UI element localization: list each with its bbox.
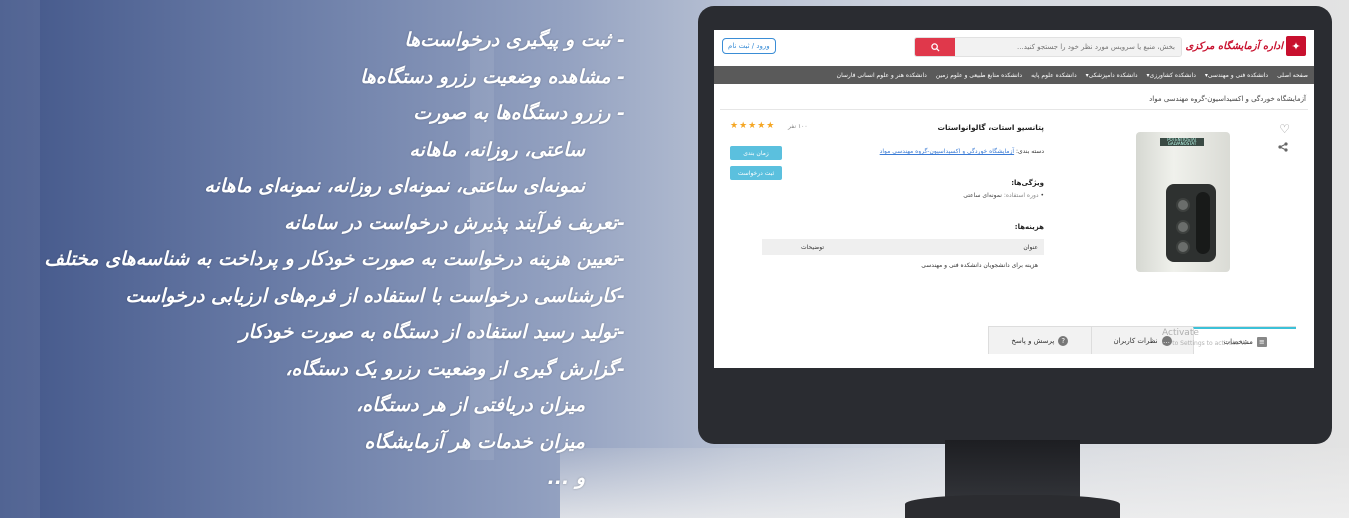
list-icon: ≡ xyxy=(1256,336,1267,347)
reserve-button[interactable]: زمان بندی xyxy=(730,146,782,160)
feature-line: - مشاهده وضعیت رزرو دستگاه‌ها xyxy=(360,65,625,88)
share-icon[interactable] xyxy=(1278,142,1288,155)
feature-line: میزان دریافتی از هر دستگاه، xyxy=(356,394,585,416)
feature-line: و ... xyxy=(547,467,585,489)
tab-label: نظرات کاربران xyxy=(1113,336,1158,345)
device-slot xyxy=(1196,192,1210,254)
product-image: POTENTIOSTAT GALVANOSTAT xyxy=(1136,132,1230,272)
rating-count: ۱۰۰ نفر xyxy=(788,123,808,130)
main-nav: صفحه اصلی دانشکده فنی و مهندسی▾ دانشکده … xyxy=(714,66,1314,84)
monitor-stand-base xyxy=(905,495,1120,518)
feature-line: -تعیین هزینه درخواست به صورت خودکار و پر… xyxy=(44,248,625,270)
product-tabs: ≡ مشخصات … نظرات کاربران ? پرسش و پاسخ xyxy=(987,326,1296,354)
cost-col-desc: توضیحات xyxy=(800,244,824,251)
search-input[interactable] xyxy=(955,38,1181,56)
category-line: دسته بندی: آزمایشگاه خوردگی و اکسیداسیون… xyxy=(880,148,1044,155)
search-button[interactable] xyxy=(915,38,955,56)
nav-item-engineering[interactable]: دانشکده فنی و مهندسی▾ xyxy=(1205,72,1268,79)
feature-line: -تعریف فرآیند پذیرش درخواست در سامانه xyxy=(284,211,625,234)
feature-line: - ثبت و پیگیری درخواست‌ها xyxy=(404,29,625,51)
heart-icon[interactable]: ♡ xyxy=(1279,122,1290,136)
nav-item-art[interactable]: دانشکده هنر و علوم انسانی فارسان xyxy=(837,72,927,79)
rating-stars[interactable]: ★★★★★ xyxy=(730,121,775,131)
request-button[interactable]: ثبت درخواست xyxy=(730,166,782,180)
site-header: ✦ اداره آزمایشگاه مرکزی ورود / ثبت نام xyxy=(714,30,1314,66)
feature-line: -کارشناسی درخواست با استفاده از فرم‌های … xyxy=(125,284,625,307)
nav-item-home[interactable]: صفحه اصلی xyxy=(1277,72,1308,79)
cost-col-title: عنوان xyxy=(1023,244,1038,251)
feature-list: - ثبت و پیگیری درخواست‌ها - مشاهده وضعیت… xyxy=(0,22,625,497)
nav-item-veterinary[interactable]: دانشکده دامپزشکی▾ xyxy=(1086,72,1138,79)
costs-heading: هزینه‌ها: xyxy=(1014,223,1044,231)
nav-item-natural-resources[interactable]: دانشکده منابع طبیعی و علوم زمین xyxy=(936,72,1022,79)
cost-row: هزینه برای دانشجویان دانشکده فنی و مهندس… xyxy=(921,262,1038,269)
category-label: دسته بندی: xyxy=(1016,148,1044,155)
tab-questions[interactable]: ? پرسش و پاسخ xyxy=(987,327,1091,354)
nav-item-sciences[interactable]: دانشکده علوم پایه xyxy=(1031,72,1077,79)
logo-text: اداره آزمایشگاه مرکزی xyxy=(1185,40,1283,52)
search-bar xyxy=(914,37,1182,57)
feature-key: دوره استفاده: xyxy=(1003,192,1039,199)
costs-table-header: عنوان توضیحات xyxy=(762,239,1044,255)
knob-icon xyxy=(1176,240,1190,254)
login-button[interactable]: ورود / ثبت نام xyxy=(722,38,776,54)
feature-line: - رزرو دستگاه‌ها به صورت xyxy=(413,102,625,124)
logo-icon: ✦ xyxy=(1286,36,1306,56)
divider xyxy=(720,109,1308,110)
question-icon: ? xyxy=(1058,335,1069,346)
device-panel xyxy=(1166,184,1216,262)
feature-line: میزان خدمات هر آزمایشگاه xyxy=(364,430,585,453)
feature-line: نمونه‌ای ساعتی، نمونه‌ای روزانه، نمونه‌ا… xyxy=(204,175,585,197)
feature-line: -گزارش گیری از وضعیت رزرو یک دستگاه، xyxy=(285,357,625,380)
tab-label: پرسش و پاسخ xyxy=(1011,336,1055,345)
knob-icon xyxy=(1176,220,1190,234)
feature-value: نمونه‌ای ساعتی xyxy=(963,192,1002,199)
activation-watermark: Activate xyxy=(1162,328,1199,338)
feature-row: • دوره استفاده: نمونه‌ای ساعتی xyxy=(963,192,1044,199)
device-label: POTENTIOSTAT GALVANOSTAT xyxy=(1160,138,1204,146)
nav-item-agriculture[interactable]: دانشکده کشاورزی▾ xyxy=(1147,72,1196,79)
feature-line: -تولید رسید استفاده از دستگاه به صورت خو… xyxy=(239,321,625,343)
activation-watermark-sub: Go to Settings to activate W xyxy=(1162,340,1247,347)
site-logo[interactable]: ✦ اداره آزمایشگاه مرکزی xyxy=(1185,36,1306,56)
product-title: پتانسیو استات، گالوانواستات xyxy=(937,123,1044,132)
search-icon xyxy=(930,42,940,52)
knob-icon xyxy=(1176,198,1190,212)
breadcrumb[interactable]: آزمایشگاه خوردگی و اکسیداسیون-گروه مهندس… xyxy=(1149,95,1306,103)
feature-line: ساعتی، روزانه، ماهانه xyxy=(409,138,585,161)
website-screen: ✦ اداره آزمایشگاه مرکزی ورود / ثبت نام ص… xyxy=(714,30,1314,368)
features-heading: ویژگی‌ها: xyxy=(1011,179,1044,187)
category-link[interactable]: آزمایشگاه خوردگی و اکسیداسیون-گروه مهندس… xyxy=(880,148,1014,155)
